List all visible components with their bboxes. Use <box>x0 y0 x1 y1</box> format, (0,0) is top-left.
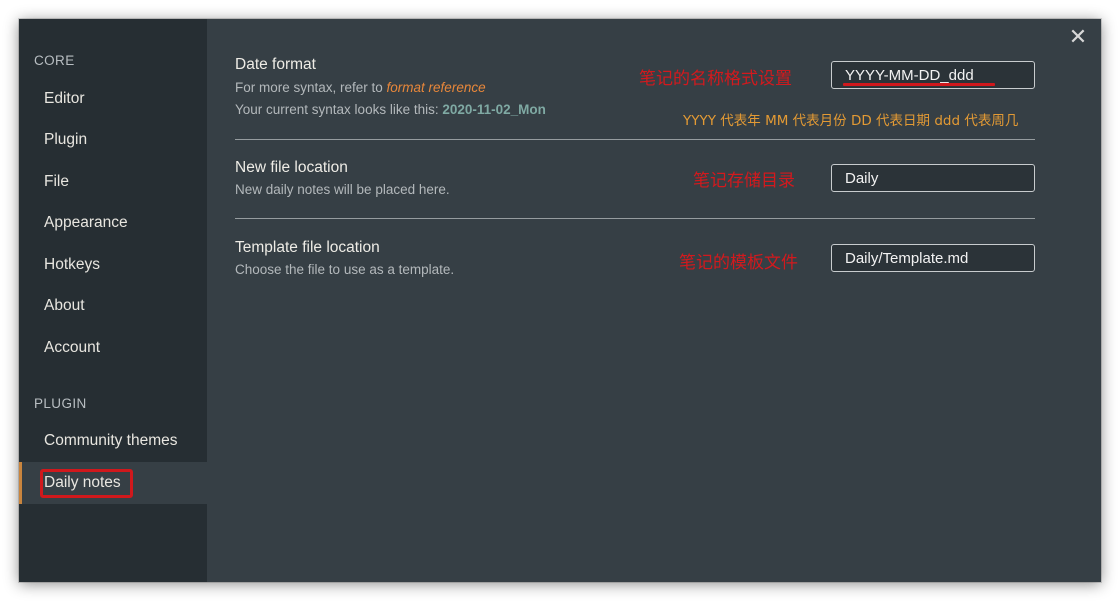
settings-content: Date format For more syntax, refer to fo… <box>207 19 1101 582</box>
setting-desc-date-format: For more syntax, refer to format referen… <box>235 80 486 95</box>
setting-desc-new-file-location: New daily notes will be placed here. <box>235 182 450 197</box>
sidebar-item-daily-notes[interactable]: Daily notes <box>19 462 207 504</box>
sidebar-item-label: About <box>44 297 85 314</box>
settings-sidebar: CORE Editor Plugin File Appearance Hotke… <box>19 19 207 582</box>
annotation-date-format-note: YYYY 代表年 MM 代表月份 DD 代表日期 ddd 代表周几 <box>683 113 1019 129</box>
sidebar-heading-plugin: PLUGIN <box>34 396 87 411</box>
setting-name-template-file-location: Template file location <box>235 239 380 256</box>
desc-text: Your current syntax looks like this: <box>235 102 443 117</box>
sidebar-item-file[interactable]: File <box>19 161 207 203</box>
new-file-location-input[interactable] <box>831 164 1035 192</box>
settings-window: CORE Editor Plugin File Appearance Hotke… <box>19 19 1101 582</box>
sidebar-item-appearance[interactable]: Appearance <box>19 202 207 244</box>
template-file-location-input[interactable] <box>831 244 1035 272</box>
sidebar-item-label: Account <box>44 339 101 356</box>
sidebar-item-label: Community themes <box>44 432 178 449</box>
underline-mark <box>843 83 995 86</box>
sidebar-item-label: Hotkeys <box>44 256 100 273</box>
sidebar-item-plugin[interactable]: Plugin <box>19 119 207 161</box>
annotation-template: 笔记的模板文件 <box>679 253 798 273</box>
sidebar-heading-core: CORE <box>34 53 75 68</box>
sidebar-item-community-themes[interactable]: Community themes <box>19 420 207 462</box>
divider <box>235 139 1035 140</box>
format-reference-link[interactable]: format reference <box>387 80 486 95</box>
close-icon[interactable]: ✕ <box>1066 25 1090 49</box>
sidebar-item-label: File <box>44 173 69 190</box>
sidebar-item-label: Editor <box>44 90 85 107</box>
annotation-date-format: 笔记的名称格式设置 <box>639 69 792 89</box>
sidebar-item-label: Plugin <box>44 131 88 148</box>
highlight-box <box>40 469 133 498</box>
setting-name-date-format: Date format <box>235 56 316 73</box>
sidebar-item-account[interactable]: Account <box>19 327 207 369</box>
desc-text: For more syntax, refer to <box>235 80 387 95</box>
setting-desc-syntax-preview: Your current syntax looks like this: 202… <box>235 102 546 117</box>
divider <box>235 218 1035 219</box>
sidebar-item-label: Appearance <box>44 214 128 231</box>
sidebar-item-about[interactable]: About <box>19 285 207 327</box>
setting-desc-template-file-location: Choose the file to use as a template. <box>235 262 455 277</box>
setting-name-new-file-location: New file location <box>235 159 348 176</box>
syntax-sample: 2020-11-02_Mon <box>442 102 546 117</box>
sidebar-item-hotkeys[interactable]: Hotkeys <box>19 244 207 286</box>
annotation-file-location: 笔记存储目录 <box>693 171 795 191</box>
sidebar-item-editor[interactable]: Editor <box>19 78 207 120</box>
